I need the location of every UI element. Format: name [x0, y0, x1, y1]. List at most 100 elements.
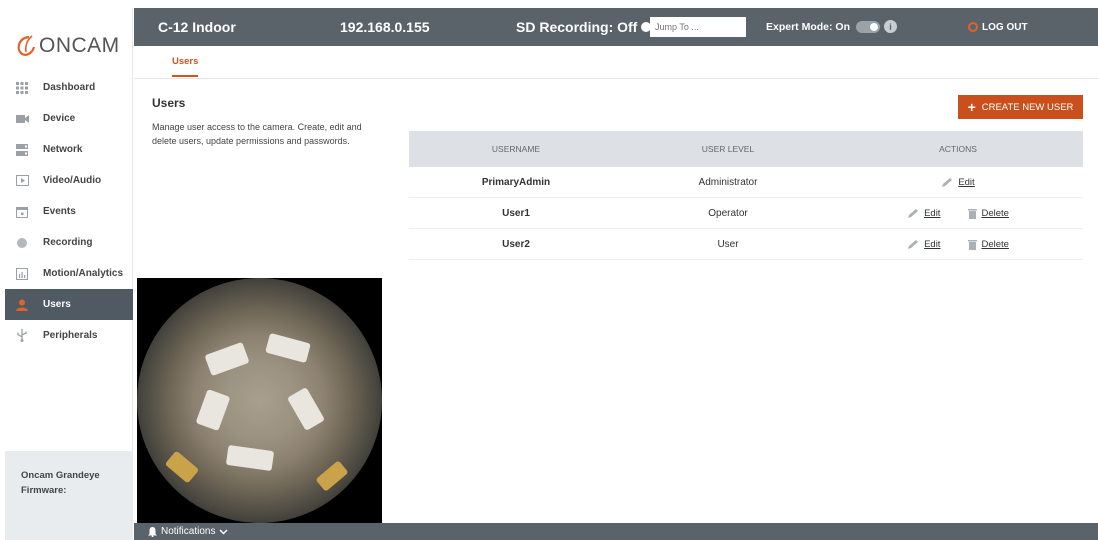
sidebar-item-recording[interactable]: Recording — [5, 227, 133, 258]
sidebar-item-events[interactable]: Events — [5, 196, 133, 227]
expert-mode-toggle[interactable] — [856, 21, 880, 33]
create-new-user-label: CREATE NEW USER — [981, 101, 1074, 113]
sidebar-item-label: Motion/Analytics — [43, 268, 124, 279]
column-header-username: USERNAME — [491, 144, 541, 154]
edit-button[interactable]: Edit — [907, 239, 940, 250]
table-row: User1 Operator Edit Delete — [409, 198, 1083, 229]
actions-cell: Edit Delete — [833, 239, 1083, 250]
logout-label: LOG OUT — [982, 21, 1028, 33]
page-title: Users — [152, 96, 186, 110]
info-icon[interactable]: i — [884, 20, 897, 33]
firmware-info: Oncam Grandeye Firmware: — [5, 451, 133, 540]
sidebar-item-label: Events — [43, 206, 76, 217]
camera-name: C-12 Indoor — [158, 19, 236, 35]
sidebar-item-label: Peripherals — [43, 330, 98, 341]
notifications-label: Notifications — [161, 526, 216, 537]
sidebar-item-dashboard[interactable]: Dashboard — [5, 72, 133, 103]
scene-desk — [265, 332, 311, 364]
trash-icon — [968, 239, 978, 250]
sidebar-item-label: Recording — [43, 237, 93, 248]
scene-desk — [195, 388, 231, 432]
top-bar: C-12 Indoor 192.168.0.155 SD Recording: … — [134, 8, 1098, 46]
play-icon — [15, 174, 29, 188]
edit-button[interactable]: Edit — [941, 176, 975, 188]
column-header-user-level: USER LEVEL — [701, 144, 755, 154]
sidebar-item-motion-analytics[interactable]: Motion/Analytics — [5, 258, 133, 289]
sidebar-item-label: Dashboard — [43, 82, 96, 93]
table-header: USERNAME USER LEVEL ACTIONS — [409, 131, 1083, 167]
user-level-cell: Administrator — [698, 176, 758, 188]
firmware-device-name: Oncam Grandeye — [21, 470, 100, 481]
sidebar-item-label: Device — [43, 113, 76, 124]
sidebar-item-network[interactable]: Network — [5, 134, 133, 165]
scene-desk — [286, 387, 326, 431]
chevron-down-icon — [219, 528, 228, 535]
delete-label: Delete — [981, 238, 1009, 250]
logout-button[interactable]: LOG OUT — [968, 8, 1028, 46]
user-icon — [15, 298, 29, 312]
oncam-swirl-icon — [17, 35, 36, 56]
notifications-bar[interactable]: Notifications — [134, 523, 1098, 540]
table-row: PrimaryAdmin Administrator Edit — [409, 167, 1083, 198]
edit-label: Edit — [924, 238, 941, 250]
calendar-icon — [15, 205, 29, 219]
pencil-icon — [908, 239, 919, 249]
scene-cabinet — [315, 460, 349, 492]
actions-cell: Edit — [833, 177, 1083, 188]
delete-button[interactable]: Delete — [968, 207, 1009, 219]
sidebar-item-device[interactable]: Device — [5, 103, 133, 134]
sidebar: ONCAM Dashboard Device Network Video/Aud… — [5, 8, 133, 540]
sidebar-item-video-audio[interactable]: Video/Audio — [5, 165, 133, 196]
users-table: USERNAME USER LEVEL ACTIONS PrimaryAdmin… — [409, 131, 1083, 260]
sidebar-nav: Dashboard Device Network Video/Audio Eve… — [5, 72, 133, 351]
username-cell: User2 — [502, 238, 530, 250]
page-description: Manage user access to the camera. Create… — [152, 122, 362, 146]
table-row: User2 User Edit Delete — [409, 229, 1083, 260]
tab-users[interactable]: Users — [172, 56, 199, 77]
user-level-cell: Operator — [708, 207, 748, 219]
firmware-label: Firmware: — [21, 485, 67, 496]
scene-cabinet — [164, 450, 200, 484]
sd-recording-status: SD Recording: Off — [516, 8, 652, 46]
server-icon — [15, 143, 29, 157]
sidebar-item-label: Users — [43, 299, 71, 310]
sidebar-item-users[interactable]: Users — [5, 289, 133, 320]
username-cell: PrimaryAdmin — [481, 176, 551, 188]
trash-icon — [968, 208, 978, 219]
fisheye-image — [137, 278, 382, 523]
chart-icon — [15, 267, 29, 281]
delete-label: Delete — [981, 207, 1009, 219]
pencil-icon — [908, 208, 919, 218]
grid-icon — [15, 81, 29, 95]
column-header-actions: ACTIONS — [939, 144, 977, 154]
create-new-user-button[interactable]: + CREATE NEW USER — [958, 95, 1083, 119]
jump-to-input[interactable] — [650, 17, 746, 37]
sidebar-item-label: Video/Audio — [43, 175, 102, 186]
user-level-cell: User — [717, 238, 739, 250]
sidebar-item-peripherals[interactable]: Peripherals — [5, 320, 133, 351]
camera-icon — [15, 112, 29, 126]
toggle-knob — [870, 23, 878, 31]
actions-cell: Edit Delete — [833, 208, 1083, 219]
scene-desk — [204, 341, 250, 377]
edit-label: Edit — [924, 207, 941, 219]
edit-label: Edit — [958, 176, 975, 188]
app-root: ONCAM Dashboard Device Network Video/Aud… — [0, 0, 1098, 540]
plus-icon: + — [967, 99, 976, 115]
sd-recording-label: SD Recording: Off — [516, 19, 638, 35]
record-icon — [15, 236, 29, 250]
usb-icon — [15, 329, 29, 343]
power-icon — [968, 22, 978, 32]
pencil-icon — [942, 177, 953, 187]
delete-button[interactable]: Delete — [968, 238, 1009, 250]
expert-mode-label: Expert Mode: On — [766, 21, 851, 33]
ip-address: 192.168.0.155 — [340, 19, 430, 35]
tab-strip: Users — [134, 46, 1098, 79]
username-cell: User1 — [502, 207, 530, 219]
edit-button[interactable]: Edit — [907, 208, 940, 219]
oncam-logo[interactable]: ONCAM — [15, 26, 120, 66]
brand-name: ONCAM — [39, 34, 120, 57]
scene-desk — [225, 444, 275, 472]
camera-live-view[interactable] — [137, 278, 382, 523]
bell-icon — [148, 526, 157, 537]
